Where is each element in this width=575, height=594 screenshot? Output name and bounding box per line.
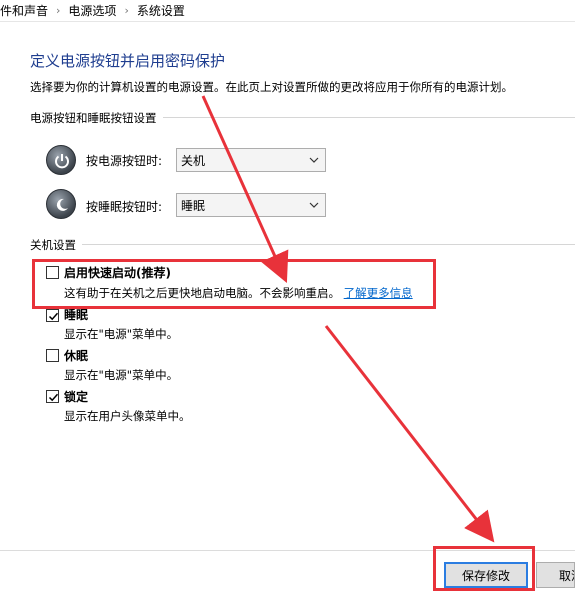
power-button-select[interactable]: 关机 — [176, 148, 326, 172]
page-description: 选择要为你的计算机设置的电源设置。在此页上对设置所做的更改将应用于你所有的电源计… — [30, 80, 513, 94]
hibernate-option-description: 显示在"电源"菜单中。 — [64, 368, 179, 382]
checkmark-icon — [48, 393, 59, 402]
sleep-button-icon — [46, 189, 76, 219]
hibernate-option-label[interactable]: 休眠 — [64, 347, 88, 364]
shutdown-group-label: 关机设置 — [30, 237, 82, 253]
lock-option-label[interactable]: 锁定 — [64, 388, 88, 405]
page-title: 定义电源按钮并启用密码保护 — [30, 52, 226, 70]
breadcrumb-item-power-options[interactable]: 电源选项 — [68, 2, 116, 19]
breadcrumb-separator-icon: › — [124, 4, 129, 17]
sleep-button-select-value: 睡眠 — [181, 198, 206, 213]
cancel-button[interactable]: 取消 — [536, 562, 575, 588]
checkmark-icon — [48, 312, 59, 321]
group-divider — [30, 244, 575, 245]
sleep-checkbox[interactable] — [46, 309, 59, 322]
annotation-arrow — [201, 95, 289, 283]
power-group-label: 电源按钮和睡眠按钮设置 — [30, 110, 163, 126]
sleep-button-label: 按睡眠按钮时: — [86, 200, 163, 214]
breadcrumb-item-sound[interactable]: 件和声音 — [0, 2, 48, 19]
lock-option-description: 显示在用户头像菜单中。 — [64, 409, 191, 423]
chevron-down-icon — [309, 202, 319, 208]
hibernate-checkbox[interactable] — [46, 349, 59, 362]
lock-checkbox[interactable] — [46, 390, 59, 403]
annotation-arrow — [324, 325, 495, 543]
power-button-icon — [46, 145, 76, 175]
sleep-button-select[interactable]: 睡眠 — [176, 193, 326, 217]
breadcrumb: 件和声音 › 电源选项 › 系统设置 — [0, 0, 575, 22]
annotation-highlight-box — [32, 259, 436, 309]
chevron-down-icon — [309, 157, 319, 163]
breadcrumb-separator-icon: › — [56, 4, 61, 17]
power-button-label: 按电源按钮时: — [86, 154, 163, 168]
breadcrumb-item-system-settings: 系统设置 — [136, 4, 185, 18]
power-button-select-value: 关机 — [181, 153, 206, 168]
sleep-option-description: 显示在"电源"菜单中。 — [64, 327, 179, 341]
annotation-highlight-box — [433, 546, 535, 591]
